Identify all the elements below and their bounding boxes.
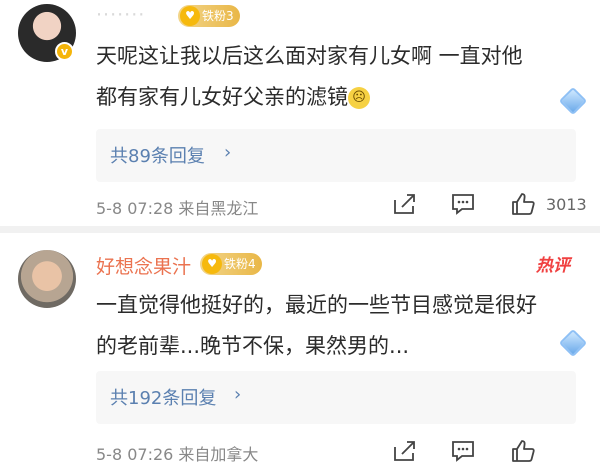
- hot-comment-tag: 热评: [536, 256, 570, 276]
- chevron-right-icon: ›: [234, 384, 242, 405]
- verified-badge-icon: v: [55, 42, 74, 61]
- comment-text: 天呢这让我以后这么面对家有儿女啊 一直对他 都有家有儿女好父亲的滤镜 ☹: [96, 36, 576, 118]
- replies-button[interactable]: 共89条回复 ›: [96, 129, 576, 182]
- fan-badge-icon: ♥: [202, 254, 222, 274]
- like-count: 3013: [546, 195, 587, 214]
- comment-text-line: 天呢这让我以后这么面对家有儿女啊 一直对他: [96, 44, 523, 68]
- fan-badge-icon: ♥: [180, 6, 200, 26]
- comment-text: 一直觉得他挺好的，最近的一些节目感觉是很好 的老前辈...晚节不保，果然男的..…: [96, 285, 576, 367]
- comment-item: 好想念果汁 ♥ 铁粉4 热评 一直觉得他挺好的，最近的一些节目感觉是很好 的老前…: [0, 233, 600, 474]
- comment-meta: 5-8 07:28 来自黑龙江: [96, 199, 259, 218]
- username[interactable]: ·······: [96, 4, 145, 26]
- like-icon[interactable]: [510, 192, 538, 218]
- diamond-icon: [556, 326, 590, 360]
- replies-label: 共192条回复: [110, 388, 217, 409]
- replies-label: 共89条回复: [110, 146, 205, 167]
- comment-icon[interactable]: [450, 439, 478, 465]
- fan-badge-label: 铁粉4: [224, 257, 256, 271]
- replies-button[interactable]: 共192条回复 ›: [96, 371, 576, 424]
- comment-text-line: 都有家有儿女好父亲的滤镜 ☹: [96, 77, 576, 118]
- share-icon[interactable]: [392, 192, 420, 218]
- username[interactable]: 好想念果汁: [96, 252, 191, 279]
- chevron-right-icon: ›: [224, 142, 232, 163]
- avatar[interactable]: [18, 250, 76, 308]
- comment-icon[interactable]: [450, 192, 478, 218]
- fan-badge: ♥ 铁粉3: [178, 5, 240, 27]
- divider: [0, 226, 600, 233]
- comment-text-line: 的老前辈...晚节不保，果然男的...: [96, 334, 410, 358]
- like-icon[interactable]: [510, 439, 538, 465]
- fan-badge: ♥ 铁粉4: [200, 253, 262, 275]
- comment-meta: 5-8 07:26 来自加拿大: [96, 445, 259, 464]
- diamond-icon: [556, 84, 590, 118]
- fan-badge-label: 铁粉3: [202, 9, 234, 23]
- comment-item: v ······· ♥ 铁粉3 天呢这让我以后这么面对家有儿女啊 一直对他 都有…: [0, 0, 600, 222]
- emoji-icon: ☹: [348, 87, 370, 109]
- comment-text-line: 一直觉得他挺好的，最近的一些节目感觉是很好: [96, 293, 537, 317]
- share-icon[interactable]: [392, 439, 420, 465]
